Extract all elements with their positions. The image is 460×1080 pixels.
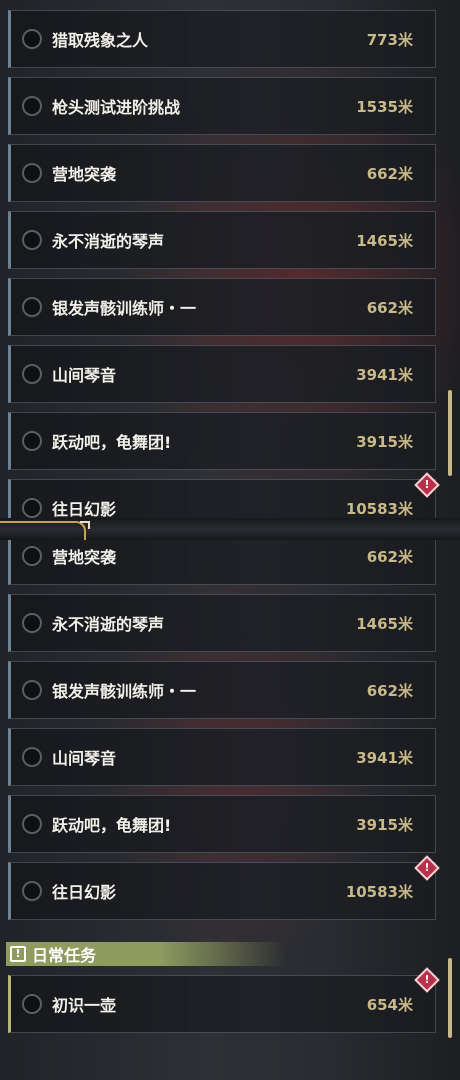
quest-name: 银发声骸训练师・一 [52,299,197,318]
quest-name: 银发声骸训练师・一 [52,682,197,701]
quest-row[interactable]: 银发声骸训练师・一 662米 [8,278,436,336]
track-circle-icon[interactable] [22,364,42,384]
quest-row[interactable]: 猎取残象之人 773米 [8,10,436,68]
quest-distance: 3941米 [356,748,413,767]
quest-distance: 773米 [366,30,413,49]
quest-distance: 3941米 [356,365,413,384]
quest-name: 跃动吧，龟舞团! [52,816,172,835]
quest-name: 枪头测试进阶挑战 [52,98,181,117]
quest-name: 跃动吧，龟舞团! [52,433,172,452]
quest-list-top: 猎取残象之人 773米 枪头测试进阶挑战 1535米 营地突袭 662米 永不消… [0,0,460,518]
quest-row[interactable]: 枪头测试进阶挑战 1535米 [8,77,436,135]
track-circle-icon[interactable] [22,163,42,183]
quest-distance: 654米 [366,995,413,1014]
quest-name: 营地突袭 [52,548,117,567]
quest-row[interactable]: 银发声骸训练师・一 662米 [8,661,436,719]
quest-name: 往日幻影 [52,883,117,902]
quest-name: 永不消逝的琴声 [52,615,165,634]
track-circle-icon[interactable] [22,994,42,1014]
quest-name: 山间琴音 [52,749,117,768]
quest-row[interactable]: 营地突袭 662米 [8,540,436,585]
track-circle-icon[interactable] [22,680,42,700]
track-circle-icon[interactable] [22,814,42,834]
quest-list-bottom: 营地突袭 662米 永不消逝的琴声 1465米 银发声骸训练师・一 662米 山… [0,540,460,1080]
quest-name: 山间琴音 [52,366,117,385]
daily-quests-header[interactable]: ! 日常任务 [6,942,286,966]
track-circle-icon[interactable] [22,297,42,317]
quest-distance: 3915米 [356,432,413,451]
track-circle-icon[interactable] [22,29,42,49]
quest-distance: 10583米 [345,499,413,518]
quest-name: 永不消逝的琴声 [52,232,165,251]
quest-row[interactable]: 跃动吧，龟舞团! 3915米 [8,412,436,470]
quest-distance: 3915米 [356,815,413,834]
track-circle-icon[interactable] [22,881,42,901]
quest-row[interactable]: 永不消逝的琴声 1465米 [8,594,436,652]
quest-name: 营地突袭 [52,165,117,184]
quest-distance: 10583米 [345,882,413,901]
track-circle-icon[interactable] [22,96,42,116]
corner-tick-decoration [80,521,90,529]
track-circle-icon[interactable] [22,546,42,566]
daily-quest-row[interactable]: 初识一壶 654米 [8,975,436,1033]
section-title: 日常任务 [32,946,97,965]
quest-row[interactable]: 永不消逝的琴声 1465米 [8,211,436,269]
quest-distance: 662米 [366,547,413,566]
quest-row[interactable]: 往日幻影 10583米 [8,862,436,920]
quest-distance: 1465米 [356,614,413,633]
quest-distance: 662米 [366,298,413,317]
track-circle-icon[interactable] [22,747,42,767]
track-circle-icon[interactable] [22,613,42,633]
quest-name: 猎取残象之人 [52,31,149,50]
bracket-decoration [0,521,86,541]
quest-row[interactable]: 山间琴音 3941米 [8,728,436,786]
quest-name: 往日幻影 [52,500,117,518]
quest-row[interactable]: 山间琴音 3941米 [8,345,436,403]
quest-distance: 1535米 [356,97,413,116]
track-circle-icon[interactable] [22,431,42,451]
quest-row[interactable]: 跃动吧，龟舞团! 3915米 [8,795,436,853]
quest-distance: 662米 [366,164,413,183]
scrollbar-thumb[interactable] [448,958,452,1038]
track-circle-icon[interactable] [22,498,42,518]
quest-distance: 662米 [366,681,413,700]
scrollbar-thumb[interactable] [448,390,452,476]
quest-row[interactable]: 往日幻影 10583米 [8,479,436,518]
quest-name: 初识一壶 [52,996,117,1015]
quest-distance: 1465米 [356,231,413,250]
exclamation-icon: ! [10,946,26,962]
quest-row[interactable]: 营地突袭 662米 [8,144,436,202]
track-circle-icon[interactable] [22,230,42,250]
